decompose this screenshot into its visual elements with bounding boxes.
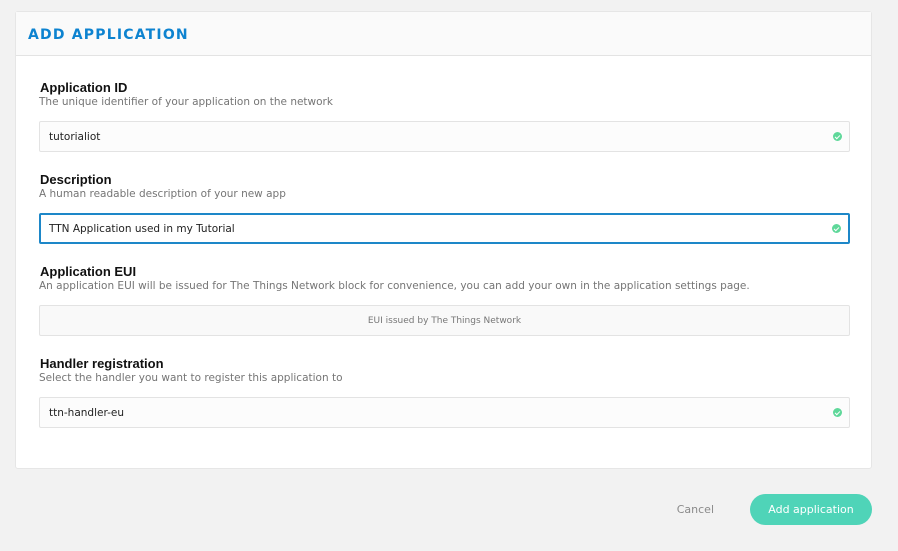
page-title: ADD APPLICATION [28,26,189,43]
application-id-label: Application ID [40,80,128,95]
application-id-field: Application ID The unique identifier of … [39,80,850,152]
application-eui-input: EUI issued by The Things Network [39,305,850,336]
cancel-button[interactable]: Cancel [677,503,714,516]
application-eui-label: Application EUI [40,264,137,279]
add-application-button[interactable]: Add application [750,494,872,525]
form-actions: Cancel Add application [677,494,872,525]
check-circle-icon [833,132,842,141]
application-id-value: tutorialiot [49,130,101,143]
description-value: TTN Application used in my Tutorial [49,222,235,235]
application-eui-value: EUI issued by The Things Network [367,315,522,326]
check-circle-icon [833,408,842,417]
application-eui-field: Application EUI An application EUI will … [39,264,850,336]
application-eui-description: An application EUI will be issued for Th… [39,280,750,292]
handler-value: ttn-handler-eu [49,406,125,419]
description-description: A human readable description of your new… [39,188,286,200]
check-circle-icon [832,224,841,233]
card-header: ADD APPLICATION [16,12,871,56]
description-input[interactable]: TTN Application used in my Tutorial [39,213,850,244]
application-id-input[interactable]: tutorialiot [39,121,850,152]
handler-registration-description: Select the handler you want to register … [39,372,343,384]
handler-registration-label: Handler registration [40,356,164,371]
description-field: Description A human readable description… [39,172,850,244]
add-application-card: ADD APPLICATION Application ID The uniqu… [15,11,872,469]
description-label: Description [40,172,112,187]
handler-select[interactable]: ttn-handler-eu [39,397,850,428]
handler-registration-field: Handler registration Select the handler … [39,356,850,428]
application-id-description: The unique identifier of your applicatio… [39,96,333,108]
